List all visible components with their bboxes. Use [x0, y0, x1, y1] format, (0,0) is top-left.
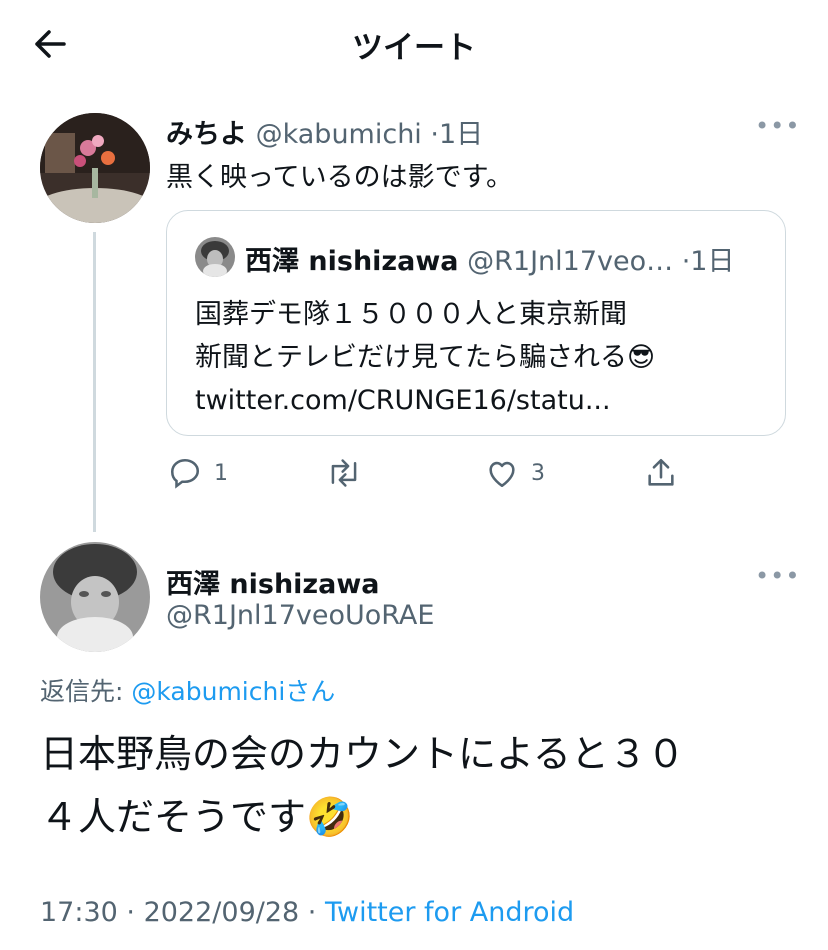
tweet-time[interactable]: 17:30 [40, 897, 118, 928]
tweet-line-1: 日本野鳥の会のカウントによると３０ [40, 732, 685, 776]
share-icon [648, 458, 674, 486]
reply-count: 1 [214, 460, 228, 486]
tweet-time: 1日 [690, 246, 735, 277]
handle[interactable]: @kabumichi [256, 119, 422, 150]
avatar[interactable] [40, 542, 150, 652]
reply-icon [170, 458, 200, 489]
timestamp-row: 17:30 · 2022/09/28 · Twitter for Android [40, 897, 575, 928]
reply-to: 返信先: @kabumichiさん [40, 677, 336, 706]
quoted-link[interactable]: twitter.com/CRUNGE16/statu... [195, 379, 655, 422]
more-icon[interactable]: ••• [755, 112, 800, 140]
retweet-icon [331, 459, 357, 487]
quoted-header: 西澤 nishizawa @R1Jnl17veo… ·1日 [245, 246, 735, 277]
thread-line [93, 232, 96, 532]
reply-to-handle[interactable]: @kabumichi [131, 677, 285, 706]
avatar [195, 237, 235, 277]
quoted-text: 国葬デモ隊１５０００人と東京新聞 新聞とテレビだけ見てたら騙される😎 twitt… [195, 293, 655, 422]
tweet-date[interactable]: 2022/09/28 [144, 897, 300, 928]
parent-tweet-header: みちよ @kabumichi ·1日 [166, 119, 484, 150]
like-button[interactable]: 3 [485, 456, 545, 490]
display-name[interactable]: みちよ [166, 119, 247, 150]
tweet-time[interactable]: 1日 [439, 119, 483, 150]
sunglasses-emoji: 😎 [627, 342, 656, 373]
like-icon [489, 461, 515, 488]
retweet-button[interactable] [326, 456, 374, 490]
share-button[interactable] [644, 456, 678, 490]
like-count: 3 [531, 460, 545, 486]
quoted-line-1: 国葬デモ隊１５０００人と東京新聞 [195, 299, 627, 330]
more-icon[interactable]: ••• [755, 562, 800, 590]
display-name: 西澤 nishizawa [245, 246, 459, 277]
source-link[interactable]: Twitter for Android [325, 897, 574, 928]
handle: @R1Jnl17veo… [467, 246, 674, 277]
tweet-text: 黒く映っているのは影です。 [166, 162, 513, 193]
tweet-text: 日本野鳥の会のカウントによると３０ ４人だそうです🤣 [40, 723, 685, 849]
page-title: ツイート [352, 30, 476, 66]
laughing-emoji: 🤣 [306, 795, 354, 839]
quoted-tweet[interactable]: 西澤 nishizawa @R1Jnl17veo… ·1日 国葬デモ隊１５０００… [166, 210, 786, 436]
quoted-line-2: 新聞とテレビだけ見てたら騙される😎 [195, 342, 656, 373]
handle[interactable]: @R1Jnl17veoUoRAE [166, 600, 434, 631]
tweet-line-2: ４人だそうです🤣 [40, 795, 354, 839]
display-name[interactable]: 西澤 nishizawa [166, 562, 380, 601]
avatar[interactable] [40, 113, 150, 223]
reply-button[interactable]: 1 [168, 456, 228, 490]
